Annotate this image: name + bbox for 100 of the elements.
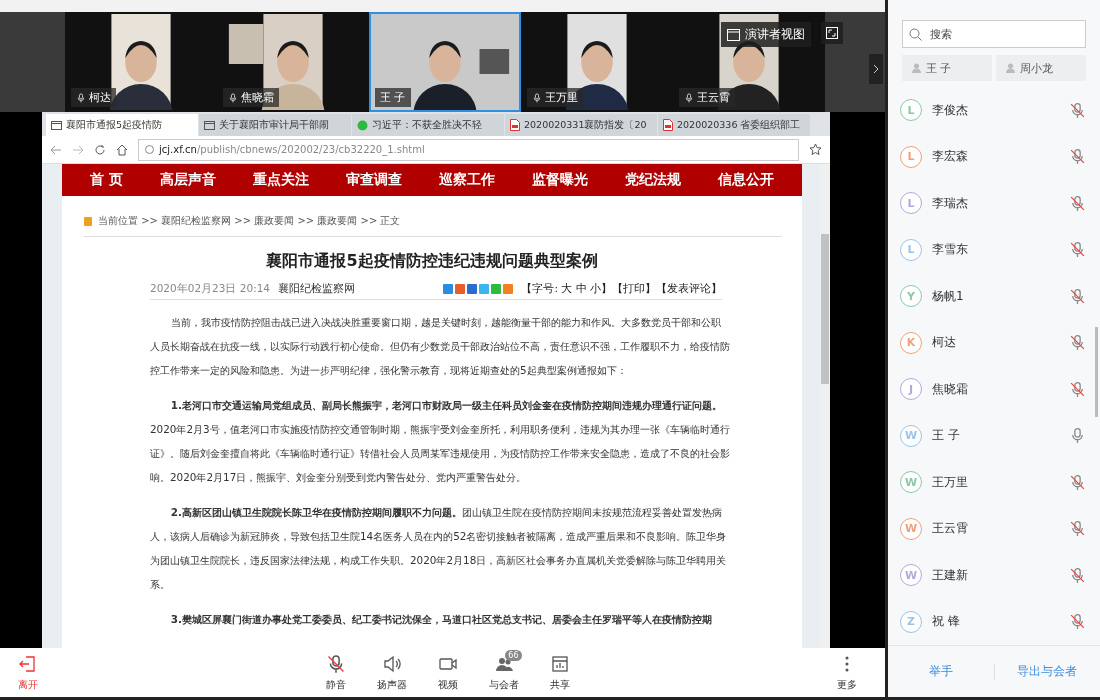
avatar: L [900, 99, 922, 122]
nav-link[interactable]: 首 页 [90, 171, 124, 189]
participant-name: 王建新 [932, 566, 969, 584]
participant-name: 王云霄 [697, 90, 730, 105]
video-button[interactable]: 视频 [427, 653, 468, 692]
nav-link[interactable]: 审查调查 [346, 171, 402, 189]
participant-name: 柯达 [89, 90, 111, 105]
mic-icon [532, 92, 542, 103]
page-icon [51, 119, 62, 131]
participant-row[interactable]: W 王云霄 [888, 505, 1100, 552]
nav-link[interactable]: 信息公开 [717, 171, 774, 189]
person-icon [912, 63, 921, 73]
participant-row[interactable]: K 柯达 [888, 319, 1100, 366]
video-tile[interactable]: 柯达 [65, 12, 217, 112]
muted-mic-icon [1069, 520, 1086, 538]
muted-mic-icon [1069, 613, 1086, 631]
article-paragraph: 2.高新区团山镇卫生院院长陈卫华在疫情防控期间履职不力问题。团山镇卫生院在疫情防控期间未按规范流程妥善处置发热病人，该病人后确诊为新冠肺炎，导致包括卫生院14名医务人员在内的52名密切接触者被隔离，造成严重后果和不良影响。陈卫华身为团山镇卫生院院长，违反国家法律法规，构成工作失职。2020年2月18日，高新区社会事务办直属机关党委解除与陈卫华聘用关系。 [150, 505, 728, 592]
muted-mic-icon [1069, 148, 1086, 166]
star-icon[interactable] [809, 143, 822, 156]
avatar: K [900, 331, 922, 354]
article-paragraph: 当前，我市疫情防控阻击战已进入决战决胜重要窗口期，越是关键时刻，越能衡量干部的能力和作风。大多数党员干部和公职人员长期奋战在抗疫一线，以实际行动践行初心使命。但仍有少数党员干部政治站位不高，责任意识不强，工作履职不力，给疫情防控工作带来一定的风险和隐患。为进一步严明纪律，强化警示教育，现将近期查处的5起典型案例通报如下： [150, 315, 730, 378]
muted-mic-icon [1069, 380, 1086, 398]
exit-icon [18, 653, 38, 674]
fullscreen-button[interactable] [821, 22, 843, 44]
participant-row[interactable]: J 焦晓霜 [888, 366, 1100, 413]
avatar: J [900, 378, 922, 401]
participant-row[interactable]: L 李俊杰 [888, 87, 1100, 134]
pinned-participant[interactable]: 王 子 [902, 55, 992, 81]
pinned-participant[interactable]: 周小龙 [996, 55, 1086, 81]
page-icon [204, 119, 215, 131]
participant-name: 李雪东 [932, 241, 969, 259]
address-bar[interactable]: jcj.xf.cn/publish/cbnews/202002/23/cb32220_1.shtml [138, 138, 799, 161]
article-tools[interactable]: 【字号: 大 中 小】【打印】【发表评论】 [521, 282, 722, 296]
window-icon [727, 28, 740, 41]
nav-link[interactable]: 监督曝光 [531, 171, 588, 189]
video-tile[interactable]: 焦晓霜 [217, 12, 369, 112]
nav-link[interactable]: 党纪法规 [624, 171, 681, 189]
article-title: 襄阳市通报5起疫情防控违纪违规问题典型案例 [265, 251, 599, 272]
scrollbar-thumb[interactable] [1095, 327, 1098, 417]
mic-button[interactable]: 静音 [315, 653, 356, 692]
video-tile[interactable]: 王万里 [521, 12, 673, 112]
home-icon[interactable] [116, 143, 128, 156]
browser-tab[interactable]: 2020020331襄防指发〔20 [505, 114, 657, 136]
participant-name: 王万里 [932, 473, 969, 491]
browser-tab[interactable]: 习近平：不获全胜决不轻 [352, 114, 504, 136]
mic-icon [76, 92, 86, 103]
participant-row[interactable]: L 李雪东 [888, 226, 1100, 273]
article-paragraph: 3.樊城区屏襄门街道办事处党工委委员、纪工委书记沈保全，马道口社区党总支书记、居委会主任罗瑞平等人在疫情防控期 [169, 612, 713, 627]
avatar: L [900, 192, 922, 215]
avatar: W [900, 564, 922, 587]
search-field[interactable]: 搜索 [902, 20, 1086, 48]
speaker-button[interactable]: 扬声器 [371, 653, 412, 692]
back-icon[interactable] [50, 143, 62, 156]
video-tile[interactable]: 王 子 [369, 12, 521, 112]
person-icon [1006, 63, 1015, 73]
mic-icon [228, 92, 238, 103]
avatar: W [900, 471, 922, 494]
participant-name: 祝 锋 [932, 613, 961, 631]
participant-name: 李瑞杰 [932, 194, 969, 212]
participant-row[interactable]: L 李瑞杰 [888, 180, 1100, 227]
mic-icon [684, 92, 694, 103]
nav-link[interactable]: 重点关注 [253, 171, 310, 189]
search-input[interactable]: 搜索 [928, 27, 1068, 41]
participant-name: 李宏森 [932, 148, 969, 166]
participant-row[interactable]: Y 杨帆1 [888, 273, 1100, 320]
participant-row[interactable]: W 王建新 [888, 552, 1100, 599]
info-icon [145, 145, 154, 154]
browser-tab[interactable]: 2020020336 省委组织部工 [658, 114, 810, 136]
more-button[interactable]: 更多 [827, 653, 867, 692]
article-date: 2020年02月23日 20:14 [150, 282, 271, 296]
participant-name: 王 子 [926, 60, 952, 76]
scrollbar-thumb[interactable] [821, 234, 829, 384]
participant-row[interactable]: W 王万里 [888, 459, 1100, 506]
participant-name: 王 子 [932, 427, 961, 445]
search-icon [909, 27, 922, 41]
avatar: L [900, 145, 922, 168]
presenter-view-button[interactable]: 演讲者视图 [721, 22, 811, 47]
refresh-icon[interactable] [94, 143, 106, 156]
fullscreen-icon [826, 27, 838, 39]
muted-mic-icon [1069, 566, 1086, 584]
mic-icon [1069, 427, 1086, 445]
muted-mic-icon [1069, 241, 1086, 259]
nav-link[interactable]: 巡察工作 [438, 171, 495, 189]
forward-icon[interactable] [72, 143, 84, 156]
share-button[interactable]: 共享 [539, 653, 580, 692]
muted-mic-icon [1069, 334, 1086, 352]
muted-mic-icon [1069, 101, 1086, 119]
participant-name: 焦晓霜 [932, 380, 969, 398]
participant-row[interactable]: W 王 子 [888, 412, 1100, 459]
avatar: Y [900, 285, 922, 308]
participant-row[interactable]: Z 祝 锋 [888, 598, 1100, 645]
browser-tab[interactable]: 襄阳市通报5起疫情防 [46, 114, 198, 136]
chevron-right-icon [873, 64, 879, 74]
participant-row[interactable]: L 李宏森 [888, 133, 1100, 180]
avatar: L [900, 238, 922, 261]
muted-mic-icon [1069, 473, 1086, 491]
leave-button[interactable]: 离开 [8, 653, 48, 692]
browser-tab[interactable]: 关于襄阳市审计局干部闹 [199, 114, 351, 136]
nav-link[interactable]: 高层声音 [160, 171, 217, 189]
muted-mic-icon [325, 653, 346, 674]
